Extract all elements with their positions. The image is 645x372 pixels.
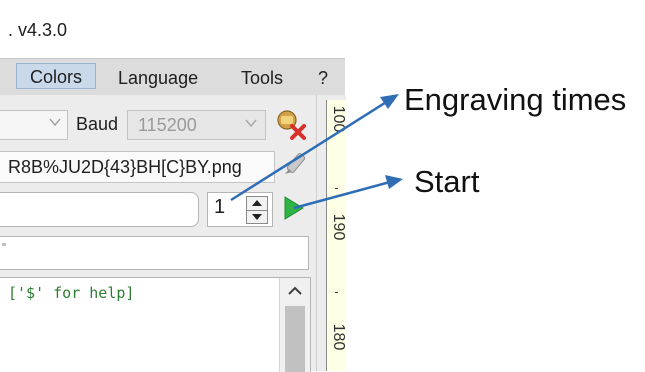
- chevron-down-icon: [245, 119, 257, 128]
- port-combo[interactable]: [0, 110, 68, 140]
- file-name-field[interactable]: R8B%JU2D{43}BH[C}BY.png: [0, 151, 275, 183]
- ruler-label-100: 100: [330, 105, 347, 133]
- engraving-times-value: 1: [214, 196, 226, 218]
- engraving-times-arrowhead: [380, 94, 399, 109]
- console-text: ['$' for help]: [8, 284, 135, 302]
- progress-field: [0, 192, 199, 227]
- command-input[interactable]: [0, 236, 309, 270]
- baud-combo[interactable]: 115200: [127, 110, 266, 140]
- spin-up-icon[interactable]: [247, 197, 267, 211]
- scroll-thumb[interactable]: [285, 306, 305, 372]
- input-mark: [2, 243, 6, 246]
- ruler-tick: [335, 292, 338, 293]
- ruler-label-190: 190: [330, 213, 347, 241]
- chevron-down-icon: [49, 118, 61, 127]
- ruler-label-180: 180: [330, 323, 347, 351]
- baud-value: 115200: [138, 115, 197, 135]
- menu-help[interactable]: ?: [318, 66, 328, 90]
- scroll-up-icon[interactable]: [280, 278, 310, 304]
- file-name-text: R8B%JU2D{43}BH[C}BY.png: [8, 157, 242, 177]
- menu-colors[interactable]: Colors: [16, 63, 96, 89]
- ruler-tick: [335, 188, 338, 189]
- menu-language[interactable]: Language: [118, 66, 198, 90]
- console-scrollbar[interactable]: [279, 278, 310, 372]
- start-play-icon[interactable]: [281, 193, 307, 223]
- console-output: ['$' for help]: [0, 277, 311, 372]
- spin-buttons: [246, 196, 268, 224]
- menu-tools[interactable]: Tools: [241, 66, 283, 90]
- edit-icon[interactable]: [280, 150, 310, 180]
- spin-down-icon[interactable]: [247, 210, 267, 223]
- start-arrowhead: [385, 175, 403, 189]
- annotation-start: Start: [414, 164, 480, 199]
- annotation-engraving-times: Engraving times: [404, 82, 627, 117]
- window-title: . v4.3.0: [8, 20, 68, 40]
- baud-label: Baud: [76, 114, 119, 134]
- disconnect-icon[interactable]: [272, 106, 308, 142]
- engraving-times-spinbox[interactable]: 1: [207, 192, 273, 227]
- vertical-ruler: 100 190 180: [326, 100, 347, 371]
- menu-bar: Colors Language Tools ?: [0, 58, 345, 96]
